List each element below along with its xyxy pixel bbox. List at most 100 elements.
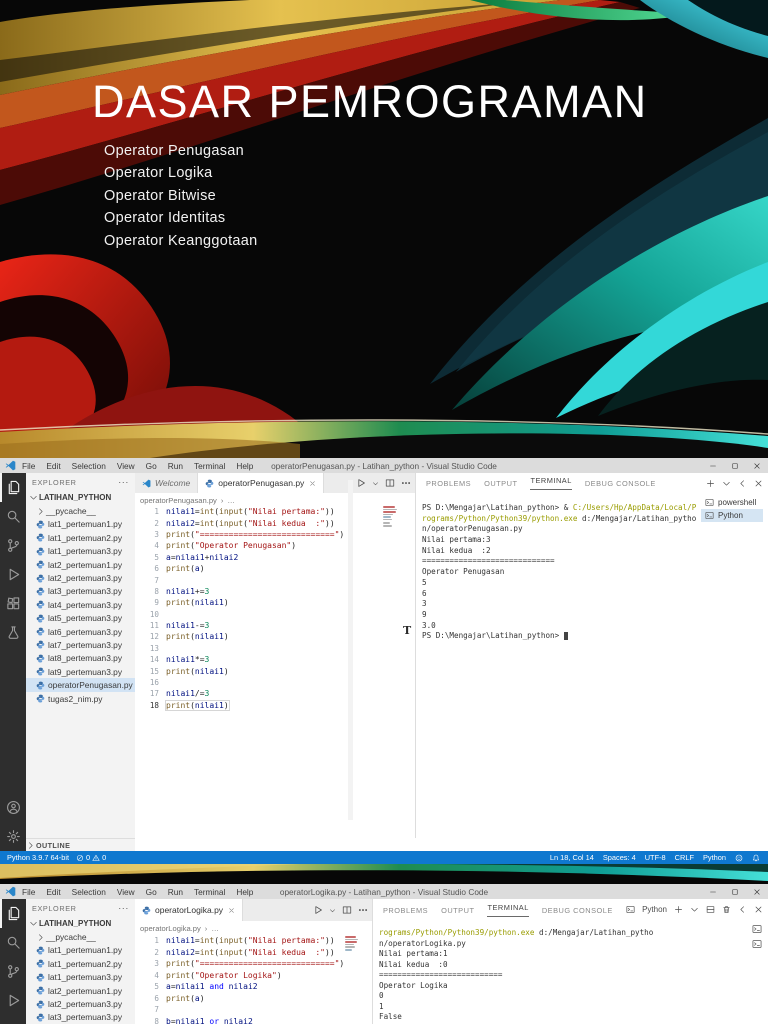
notifications-bell-icon[interactable]	[752, 854, 760, 862]
active-shell-label[interactable]: Python	[642, 905, 667, 914]
menu-item-run[interactable]: Run	[168, 887, 183, 897]
explorer-folder[interactable]: __pycache__	[26, 930, 135, 943]
activity-ext-icon[interactable]	[0, 589, 26, 618]
terminal-dropdown-icon[interactable]	[722, 479, 731, 488]
menu-item-view[interactable]: View	[117, 461, 135, 471]
activity-scm-icon[interactable]	[0, 957, 26, 986]
menu-item-help[interactable]: Help	[236, 461, 253, 471]
status-utf-8[interactable]: UTF-8	[645, 853, 666, 862]
run-dropdown-icon[interactable]	[372, 480, 379, 487]
breadcrumb-file[interactable]: operatorLogika.py	[140, 924, 201, 933]
python-interpreter-status[interactable]: Python 3.9.7 64-bit	[7, 853, 69, 862]
minimize-button[interactable]	[702, 884, 724, 899]
close-icon[interactable]	[309, 480, 316, 487]
activity-account-icon[interactable]	[0, 793, 26, 822]
panel-tab-output[interactable]: OUTPUT	[484, 479, 517, 488]
explorer-file[interactable]: lat8_pertemuan3.py	[26, 652, 135, 665]
explorer-file[interactable]: lat3_pertemuan3.py	[26, 585, 135, 598]
editor-tab-operatorlogika-py[interactable]: operatorLogika.py	[135, 899, 243, 921]
more-actions-icon[interactable]	[358, 905, 368, 915]
new-terminal-icon[interactable]	[706, 479, 715, 488]
status-crlf[interactable]: CRLF	[675, 853, 694, 862]
explorer-file[interactable]: lat1_pertemuan2.py	[26, 957, 135, 970]
activity-files-icon[interactable]	[0, 473, 26, 502]
run-python-file-icon[interactable]	[356, 478, 366, 488]
terminal-output[interactable]: rograms/Python/Python39/python.exe d:/Me…	[379, 928, 739, 1024]
code-editor[interactable]: 1nilai1=int(input("Nilai pertama:"))2nil…	[135, 935, 372, 1024]
close-panel-icon[interactable]	[754, 905, 763, 914]
activity-scm-icon[interactable]	[0, 531, 26, 560]
kill-terminal-icon[interactable]	[722, 905, 731, 914]
maximize-button[interactable]	[724, 884, 746, 899]
activity-gear-icon[interactable]	[0, 822, 26, 851]
activity-test-icon[interactable]	[0, 618, 26, 647]
run-python-file-icon[interactable]	[313, 905, 323, 915]
panel-tab-output[interactable]: OUTPUT	[441, 906, 474, 915]
split-editor-icon[interactable]	[342, 905, 352, 915]
close-panel-icon[interactable]	[754, 479, 763, 488]
explorer-root-folder[interactable]: LATIHAN_PYTHON	[26, 491, 135, 504]
new-terminal-icon[interactable]	[674, 905, 683, 914]
collapse-panel-icon[interactable]	[738, 479, 747, 488]
explorer-file[interactable]: lat2_pertemuan1.py	[26, 558, 135, 571]
menu-item-help[interactable]: Help	[236, 887, 253, 897]
terminal-instance-python[interactable]: Python	[701, 509, 763, 522]
explorer-file[interactable]: lat7_pertemuan3.py	[26, 638, 135, 651]
menu-item-run[interactable]: Run	[168, 461, 183, 471]
outline-section[interactable]: OUTLINE	[26, 838, 135, 852]
minimize-button[interactable]	[702, 458, 724, 473]
run-dropdown-icon[interactable]	[329, 907, 336, 914]
explorer-file[interactable]: lat2_pertemuan1.py	[26, 984, 135, 997]
activity-debug-icon[interactable]	[0, 986, 26, 1015]
terminal-instance-icon[interactable]	[752, 924, 762, 934]
editor-tab-welcome[interactable]: Welcome	[135, 473, 198, 493]
explorer-file[interactable]: tugas2_nim.py	[26, 692, 135, 705]
menu-item-selection[interactable]: Selection	[72, 887, 106, 897]
activity-search-icon[interactable]	[0, 502, 26, 531]
terminal-instance-icon[interactable]	[752, 939, 762, 949]
explorer-more-actions[interactable]: ···	[118, 477, 129, 487]
minimap[interactable]	[345, 936, 361, 966]
feedback-icon[interactable]	[735, 854, 743, 862]
minimap[interactable]	[383, 506, 399, 546]
split-editor-icon[interactable]	[385, 478, 395, 488]
explorer-more-actions[interactable]: ···	[118, 903, 129, 913]
status-ln-18-col-14[interactable]: Ln 18, Col 14	[550, 853, 594, 862]
terminal-output[interactable]: PS D:\Mengajar\Latihan_python> & C:/User…	[422, 503, 698, 642]
panel-tab-problems[interactable]: PROBLEMS	[383, 906, 428, 915]
breadcrumb-symbol[interactable]: …	[211, 924, 219, 933]
explorer-file[interactable]: lat2_pertemuan3.py	[26, 997, 135, 1010]
explorer-file[interactable]: lat1_pertemuan3.py	[26, 545, 135, 558]
explorer-file[interactable]: lat1_pertemuan2.py	[26, 531, 135, 544]
explorer-file[interactable]: lat1_pertemuan1.py	[26, 518, 135, 531]
explorer-file[interactable]: operatorPenugasan.py	[26, 678, 135, 691]
status-spaces-4[interactable]: Spaces: 4	[603, 853, 636, 862]
panel-tab-terminal[interactable]: TERMINAL	[530, 476, 571, 490]
menu-item-view[interactable]: View	[117, 887, 135, 897]
status-python[interactable]: Python	[703, 853, 726, 862]
collapse-panel-icon[interactable]	[738, 905, 747, 914]
activity-debug-icon[interactable]	[0, 560, 26, 589]
explorer-file[interactable]: lat2_pertemuan3.py	[26, 571, 135, 584]
explorer-folder[interactable]: __pycache__	[26, 504, 135, 517]
explorer-file[interactable]: lat5_pertemuan3.py	[26, 612, 135, 625]
explorer-file[interactable]: lat1_pertemuan3.py	[26, 971, 135, 984]
menu-item-edit[interactable]: Edit	[46, 887, 60, 897]
editor-tab-operatorpenugasan-py[interactable]: operatorPenugasan.py	[198, 473, 324, 493]
terminal-dropdown-icon[interactable]	[690, 905, 699, 914]
code-editor[interactable]: 1nilai1=int(input("Nilai pertama:"))2nil…	[135, 506, 415, 711]
explorer-file[interactable]: lat9_pertemuan3.py	[26, 665, 135, 678]
panel-tab-debug-console[interactable]: DEBUG CONSOLE	[542, 906, 613, 915]
activity-files-icon[interactable]	[0, 899, 26, 928]
explorer-file[interactable]: lat3_pertemuan3.py	[26, 1011, 135, 1024]
explorer-file[interactable]: lat6_pertemuan3.py	[26, 625, 135, 638]
editor-scrollbar[interactable]	[348, 480, 353, 820]
explorer-file[interactable]: lat1_pertemuan1.py	[26, 944, 135, 957]
close-button[interactable]	[746, 458, 768, 473]
menu-item-go[interactable]: Go	[146, 461, 157, 471]
menu-item-edit[interactable]: Edit	[46, 461, 60, 471]
menu-item-terminal[interactable]: Terminal	[194, 461, 225, 471]
breadcrumb-symbol[interactable]: …	[227, 496, 235, 505]
breadcrumb-file[interactable]: operatorPenugasan.py	[140, 496, 217, 505]
close-icon[interactable]	[228, 907, 235, 914]
